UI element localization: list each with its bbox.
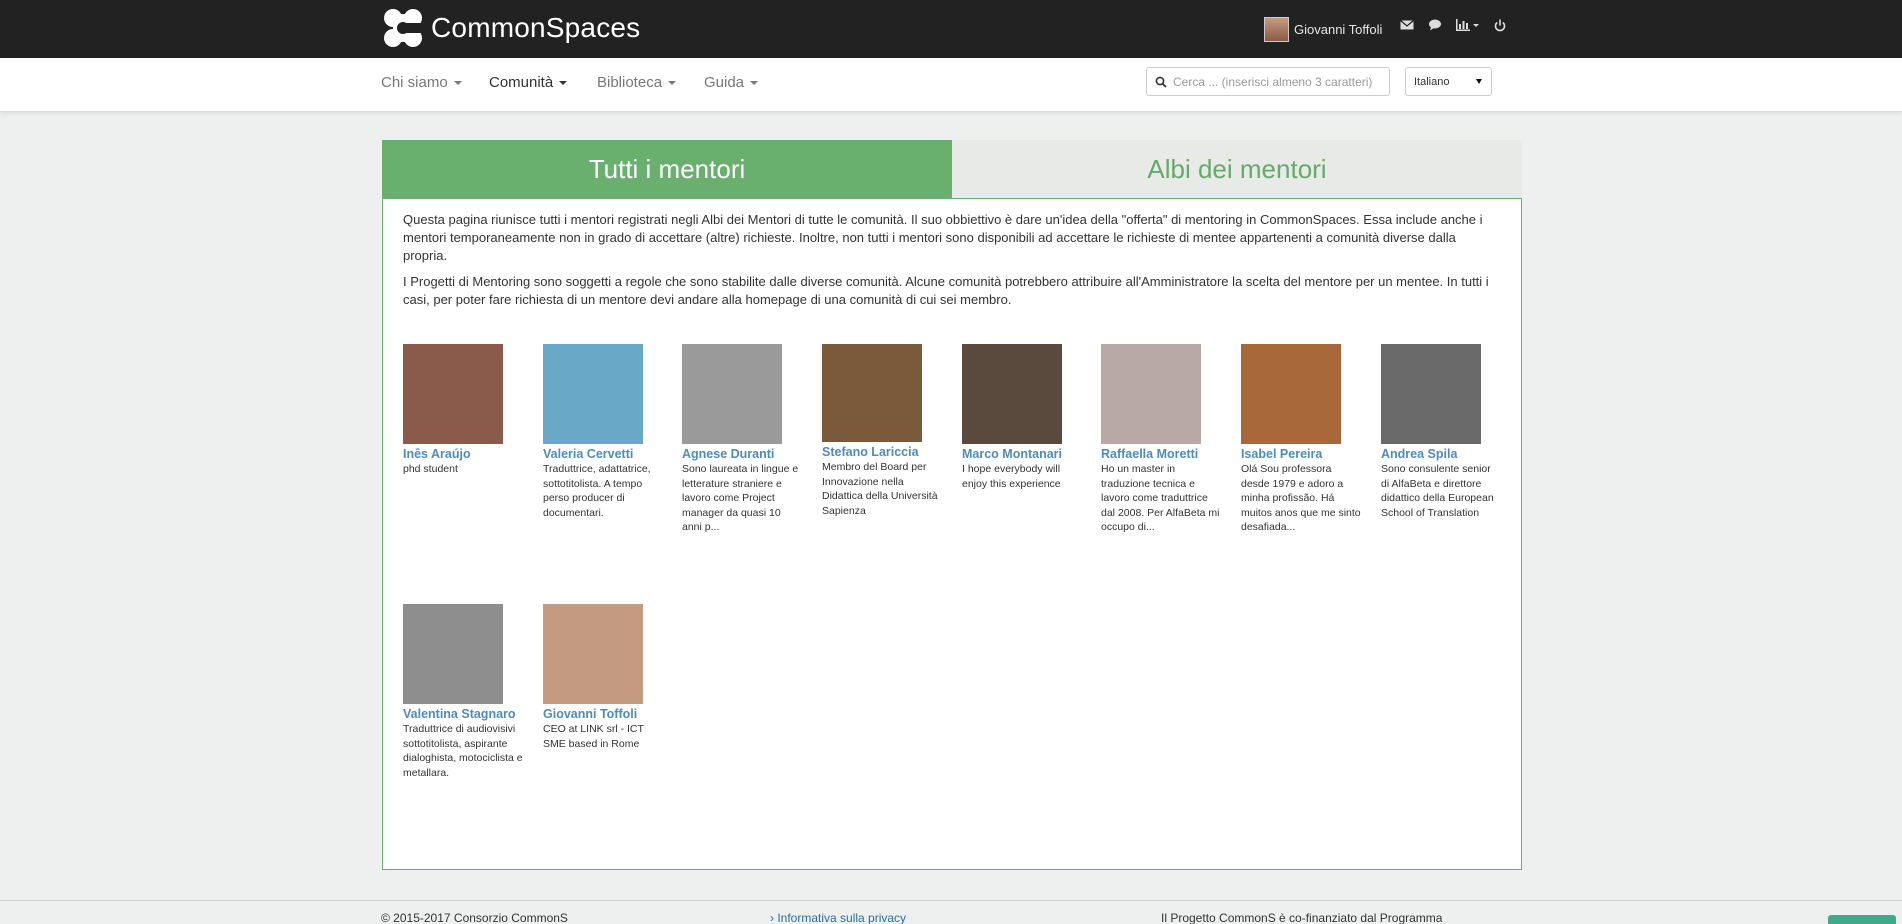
mentor-card[interactable]: Valentina Stagnaro Traduttrice di audiov… bbox=[403, 604, 528, 780]
mentor-card[interactable]: Agnese Duranti Sono laureata in lingue e… bbox=[682, 344, 807, 535]
tab-albi-dei-mentori[interactable]: Albi dei mentori bbox=[952, 140, 1522, 198]
mentor-name[interactable]: Inês Araújo bbox=[403, 447, 528, 461]
mentor-bio: Traduttrice di audiovisivi sottotitolist… bbox=[403, 723, 523, 779]
mentor-name[interactable]: Stefano Lariccia bbox=[822, 445, 947, 459]
caret-down-icon bbox=[750, 81, 759, 86]
mentor-card[interactable]: Isabel Pereira Olá Sou professora desde … bbox=[1241, 344, 1366, 535]
nav-biblioteca[interactable]: Biblioteca bbox=[597, 74, 677, 91]
intro-paragraph-2: I Progetti di Mentoring sono soggetti a … bbox=[403, 274, 1489, 307]
mentor-card[interactable]: Andrea Spila Sono consulente senior di A… bbox=[1381, 344, 1506, 520]
mentor-card[interactable]: Giovanni Toffoli CEO at LINK srl - ICT S… bbox=[543, 604, 668, 751]
nav-guida[interactable]: Guida bbox=[704, 74, 759, 91]
tab-tutti-i-mentori[interactable]: Tutti i mentori bbox=[382, 140, 952, 198]
bar-chart-icon[interactable] bbox=[1456, 19, 1480, 35]
tab-label: Tutti i mentori bbox=[588, 153, 746, 184]
mentor-name[interactable]: Raffaella Moretti bbox=[1101, 447, 1226, 461]
search-input[interactable] bbox=[1173, 74, 1383, 89]
mentor-bio: CEO at LINK srl - ICT SME based in Rome bbox=[543, 723, 644, 750]
mentor-photo[interactable] bbox=[1241, 344, 1341, 444]
mentor-bio: I hope everybody will enjoy this experie… bbox=[962, 463, 1061, 490]
mentor-card[interactable]: Stefano Lariccia Membro del Board per In… bbox=[822, 344, 947, 518]
mentor-bio: Sono laureata in lingue e letterature st… bbox=[682, 463, 799, 533]
user-name: Giovanni Toffoli bbox=[1294, 21, 1383, 37]
mentor-bio: Olá Sou professora desde 1979 e adoro a … bbox=[1241, 463, 1361, 533]
mentor-name[interactable]: Valeria Cervetti bbox=[543, 447, 668, 461]
mentor-photo[interactable] bbox=[682, 344, 782, 444]
caret-down-icon bbox=[453, 81, 462, 86]
caret-down-icon bbox=[559, 81, 568, 86]
caret-down-icon bbox=[668, 81, 677, 86]
footer-funding: Il Progetto CommonS è co-finanziato dal … bbox=[1161, 911, 1443, 924]
nav-label: Chi siamo bbox=[381, 74, 448, 91]
mentor-name[interactable]: Valentina Stagnaro bbox=[403, 707, 528, 721]
avatar bbox=[1264, 16, 1289, 42]
mentor-photo[interactable] bbox=[403, 604, 503, 704]
mentor-photo[interactable] bbox=[403, 344, 503, 444]
chat-bubble-icon[interactable] bbox=[1428, 19, 1442, 35]
mentor-bio: Membro del Board per Innovazione nella D… bbox=[822, 461, 938, 517]
search-box[interactable] bbox=[1146, 67, 1390, 96]
mentor-card[interactable]: Raffaella Moretti Ho un master in traduz… bbox=[1101, 344, 1226, 535]
privacy-link[interactable]: › Informativa sulla privacy bbox=[770, 911, 906, 924]
main-nav: Chi siamo Comunità Biblioteca Guida Ital… bbox=[0, 58, 1902, 112]
language-selected: Italiano bbox=[1414, 76, 1450, 88]
mentor-photo[interactable] bbox=[962, 344, 1062, 444]
dropdown-arrow-icon bbox=[1476, 79, 1482, 84]
mentor-bio: Sono consulente senior di AlfaBeta e dir… bbox=[1381, 463, 1494, 519]
mentor-card[interactable]: Inês Araújo phd student bbox=[403, 344, 528, 477]
mentor-photo[interactable] bbox=[543, 604, 643, 704]
search-icon bbox=[1155, 76, 1167, 88]
mentor-name[interactable]: Andrea Spila bbox=[1381, 447, 1506, 461]
footer-copyright: © 2015-2017 Consorzio CommonS bbox=[381, 911, 568, 924]
brand-logo[interactable]: CommonSpaces bbox=[381, 4, 640, 52]
nav-label: Guida bbox=[704, 74, 745, 91]
nav-comunita[interactable]: Comunità bbox=[489, 74, 568, 91]
mentor-bio: phd student bbox=[403, 463, 458, 475]
top-bar: CommonSpaces Giovanni Toffoli bbox=[0, 0, 1902, 58]
mentor-photo[interactable] bbox=[822, 344, 922, 442]
mentor-bio: Ho un master in traduzione tecnica e lav… bbox=[1101, 463, 1220, 533]
envelope-icon[interactable] bbox=[1400, 19, 1414, 35]
power-icon[interactable] bbox=[1494, 19, 1506, 35]
mentor-photo[interactable] bbox=[1381, 344, 1481, 444]
commonspaces-logo-icon bbox=[381, 6, 425, 50]
mentor-name[interactable]: Isabel Pereira bbox=[1241, 447, 1366, 461]
mentor-photo[interactable] bbox=[1101, 344, 1201, 444]
mentor-photo[interactable] bbox=[543, 344, 643, 444]
intro-paragraph-1: Questa pagina riunisce tutti i mentori r… bbox=[403, 212, 1483, 263]
mentor-name[interactable]: Marco Montanari bbox=[962, 447, 1087, 461]
tab-label: Albi dei mentori bbox=[1147, 153, 1327, 184]
privacy-link-label: Informativa sulla privacy bbox=[777, 911, 907, 924]
language-select[interactable]: Italiano bbox=[1405, 67, 1492, 96]
nav-label: Comunità bbox=[489, 74, 554, 91]
brand-name: CommonSpaces bbox=[431, 12, 641, 43]
footer: © 2015-2017 Consorzio CommonS › Informat… bbox=[0, 900, 1902, 924]
mentors-panel: Questa pagina riunisce tutti i mentori r… bbox=[382, 198, 1522, 870]
mentor-name[interactable]: Agnese Duranti bbox=[682, 447, 807, 461]
feedback-button[interactable] bbox=[1828, 915, 1896, 924]
nav-label: Biblioteca bbox=[597, 74, 663, 91]
top-icons bbox=[1400, 19, 1506, 35]
mentor-name[interactable]: Giovanni Toffoli bbox=[543, 707, 668, 721]
nav-chi-siamo[interactable]: Chi siamo bbox=[381, 74, 462, 91]
mentor-card[interactable]: Valeria Cervetti Traduttrice, adattatric… bbox=[543, 344, 668, 520]
user-menu[interactable]: Giovanni Toffoli bbox=[1264, 16, 1382, 42]
mentor-card[interactable]: Marco Montanari I hope everybody will en… bbox=[962, 344, 1087, 491]
mentor-bio: Traduttrice, adattatrice, sottotitolista… bbox=[543, 463, 651, 519]
